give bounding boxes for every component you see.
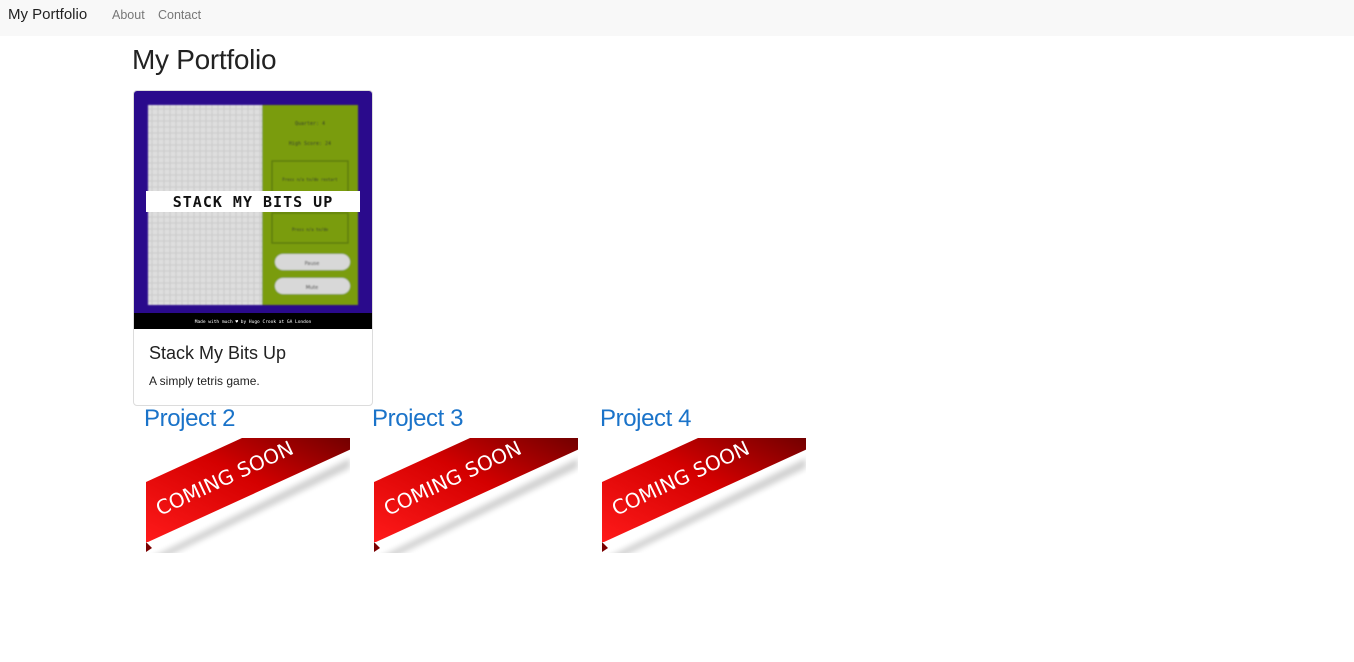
game-mute-label: Mute <box>306 285 319 291</box>
coming-soon-ribbon: COMING SOON <box>374 438 578 553</box>
project-card[interactable]: Quarter: 4 High Score: 24 Press n/a to/d… <box>133 90 373 406</box>
project-tile-4[interactable]: Project 4 COMING SOON <box>590 405 806 555</box>
game-footer-text: Made with much ♥ by Hugo Crook at GA Lon… <box>195 319 312 325</box>
project-screenshot[interactable]: Quarter: 4 High Score: 24 Press n/a to/d… <box>134 91 372 329</box>
project-tile-3[interactable]: Project 3 COMING SOON <box>362 405 578 555</box>
project-3-link[interactable]: Project 3 <box>372 405 464 433</box>
game-restart-label: Press n/a to/do restart <box>282 177 338 182</box>
game-start-label: Press n/a to/do <box>292 227 329 232</box>
coming-soon-ribbon: COMING SOON <box>146 438 350 553</box>
project-2-link[interactable]: Project 2 <box>144 405 236 433</box>
coming-soon-ribbon: COMING SOON <box>602 438 806 553</box>
project-4-link[interactable]: Project 4 <box>600 405 692 433</box>
game-pause-label: Pause <box>305 261 320 267</box>
project-card-description: A simply tetris game. <box>149 374 260 388</box>
page-title: My Portfolio <box>132 44 277 75</box>
game-highscore-label: High Score: 24 <box>289 141 331 147</box>
nav-link-contact[interactable]: Contact <box>158 8 201 22</box>
game-quarter-label: Quarter: 4 <box>295 121 325 127</box>
navbar-brand[interactable]: My Portfolio <box>8 6 87 23</box>
game-banner-text: STACK MY BITS UP <box>173 193 334 211</box>
nav-link-about[interactable]: About <box>112 8 145 22</box>
project-tile-2[interactable]: Project 2 COMING SOON <box>134 405 350 555</box>
project-card-title: Stack My Bits Up <box>149 343 287 363</box>
navbar: My Portfolio About Contact <box>0 0 1354 36</box>
